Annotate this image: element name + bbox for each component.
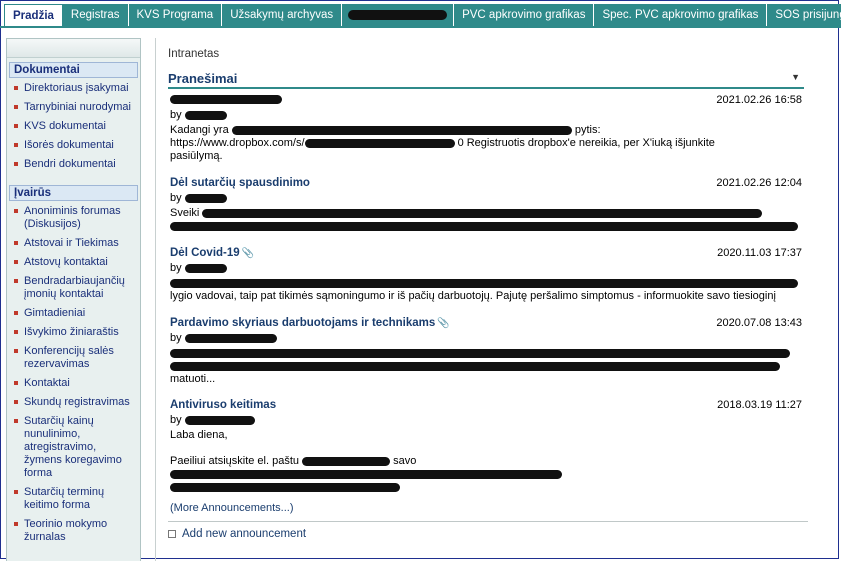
announcement-title[interactable]: Dėl sutarčių spausdinimo bbox=[170, 177, 802, 189]
announcement-item: Dėl sutarčių spausdinimo 2021.02.26 12:0… bbox=[170, 177, 802, 233]
announcements-title[interactable]: Pranešimai ▼ bbox=[168, 71, 804, 89]
divider bbox=[168, 521, 808, 522]
tab-bar-underline bbox=[0, 26, 841, 28]
announcement-item: Dėl Covid-19 📎 2020.11.03 17:37 by lygio … bbox=[170, 247, 802, 303]
announcement-date: 2018.03.19 11:27 bbox=[717, 399, 802, 411]
attachment-icon: 📎 bbox=[437, 318, 450, 329]
add-announcement-link[interactable]: Add new announcement bbox=[168, 528, 306, 540]
sidebar-item-atstovu-kontaktai[interactable]: Atstovų kontaktai bbox=[7, 256, 140, 269]
announcement-author: by bbox=[170, 332, 802, 344]
sidebar-item-sutarciu-terminu-keitimo-forma[interactable]: Sutarčių terminų keitimo forma bbox=[7, 486, 140, 512]
announcement-author: by bbox=[170, 109, 802, 121]
main-content: Intranetas Pranešimai ▼ 2021.02.26 16:58… bbox=[155, 38, 841, 561]
announcement-item: 2021.02.26 16:58 by Kadangi yra pytis: h… bbox=[170, 94, 802, 163]
tab-uzsakymu-archyvas[interactable]: Užsakymų archyvas bbox=[222, 4, 343, 26]
tab-kvs-programa[interactable]: KVS Programa bbox=[128, 4, 223, 26]
announcement-date: 2021.02.26 16:58 bbox=[716, 94, 802, 106]
tab-sos-prisijungimas[interactable]: SOS prisijungimas bbox=[767, 4, 841, 26]
announcement-author: by bbox=[170, 262, 802, 274]
announcement-body: lygio vadovai, taip pat tikimės sąmoning… bbox=[170, 277, 802, 303]
tab-spec-pvc-apkrovimo-grafikas[interactable]: Spec. PVC apkrovimo grafikas bbox=[594, 4, 768, 26]
sidebar-item-gimtadieniai[interactable]: Gimtadieniai bbox=[7, 307, 140, 320]
sidebar-top-bar bbox=[7, 39, 140, 58]
sidebar-item-teorinio-mokymo-zurnalas[interactable]: Teorinio mokymo žurnalas bbox=[7, 518, 140, 544]
sidebar-item-konferenciju-sales-rezervavimas[interactable]: Konferencijų salės rezervavimas bbox=[7, 345, 140, 371]
tab-redacted[interactable] bbox=[342, 4, 455, 26]
breadcrumb[interactable]: Intranetas bbox=[168, 48, 219, 60]
sidebar-item-anoniminis-forumas[interactable]: Anoniminis forumas (Diskusijos) bbox=[7, 205, 140, 231]
announcement-author: by bbox=[170, 192, 802, 204]
announcement-date: 2021.02.26 12:04 bbox=[716, 177, 802, 189]
announcement-date: 2020.07.08 13:43 bbox=[716, 317, 802, 329]
sidebar-item-isvykimo-ziniarastis[interactable]: Išvykimo žiniaraštis bbox=[7, 326, 140, 339]
sidebar-item-bendri-dokumentai[interactable]: Bendri dokumentai bbox=[7, 158, 140, 171]
attachment-icon: 📎 bbox=[241, 248, 255, 259]
more-announcements-link[interactable]: (More Announcements...) bbox=[170, 502, 294, 514]
sidebar-item-kontaktai[interactable]: Kontaktai bbox=[7, 377, 140, 390]
top-tab-bar: Pradžia Registras KVS Programa Užsakymų … bbox=[4, 4, 841, 26]
sidebar-item-direktoriaus-isakymai[interactable]: Direktoriaus įsakymai bbox=[7, 82, 140, 95]
sidebar: Dokumentai Direktoriaus įsakymai Tarnybi… bbox=[6, 38, 141, 561]
announcement-body: Sveiki bbox=[170, 207, 802, 233]
sidebar-item-isores-dokumentai[interactable]: Išorės dokumentai bbox=[7, 139, 140, 152]
add-icon bbox=[168, 529, 176, 538]
tab-pradzia[interactable]: Pradžia bbox=[4, 4, 63, 26]
sidebar-item-kvs-dokumentai[interactable]: KVS dokumentai bbox=[7, 120, 140, 133]
announcement-title[interactable] bbox=[170, 94, 802, 106]
sidebar-section-dokumentai[interactable]: Dokumentai bbox=[9, 62, 138, 78]
chevron-down-icon[interactable]: ▼ bbox=[791, 72, 800, 82]
tab-pvc-apkrovimo-grafikas[interactable]: PVC apkrovimo grafikas bbox=[454, 4, 595, 26]
sidebar-item-atstovai-ir-tiekimas[interactable]: Atstovai ir Tiekimas bbox=[7, 237, 140, 250]
redaction-mark bbox=[348, 10, 448, 20]
sidebar-item-bendradarbiaujanciu-imoniu-kontaktai[interactable]: Bendradarbiaujančių įmonių kontaktai bbox=[7, 275, 140, 301]
tab-registras[interactable]: Registras bbox=[62, 4, 129, 26]
announcement-item: Antiviruso keitimas 2018.03.19 11:27 by … bbox=[170, 399, 802, 494]
announcement-date: 2020.11.03 17:37 bbox=[717, 247, 802, 259]
sidebar-item-skundu-registravimas[interactable]: Skundų registravimas bbox=[7, 396, 140, 409]
sidebar-item-sutarciu-kainu-nunulinimo[interactable]: Sutarčių kainų nunulinimo, atregistravim… bbox=[7, 415, 140, 480]
announcement-body: Kadangi yra pytis: https://www.dropbox.c… bbox=[170, 124, 715, 162]
announcement-author: by bbox=[170, 414, 802, 426]
announcement-body: Laba diena, Paeiliui atsiųskite el. pašt… bbox=[170, 429, 802, 494]
announcement-body: matuoti... bbox=[170, 347, 802, 386]
sidebar-item-tarnybiniai-nurodymai[interactable]: Tarnybiniai nurodymai bbox=[7, 101, 140, 114]
sidebar-section-ivairus[interactable]: Įvairūs bbox=[9, 185, 138, 201]
announcement-title[interactable]: Antiviruso keitimas bbox=[170, 399, 802, 411]
announcement-title[interactable]: Dėl Covid-19 📎 bbox=[170, 247, 802, 259]
announcement-item: Pardavimo skyriaus darbuotojams ir techn… bbox=[170, 317, 802, 386]
announcement-title[interactable]: Pardavimo skyriaus darbuotojams ir techn… bbox=[170, 317, 802, 329]
announcements-title-text: Pranešimai bbox=[168, 71, 238, 86]
